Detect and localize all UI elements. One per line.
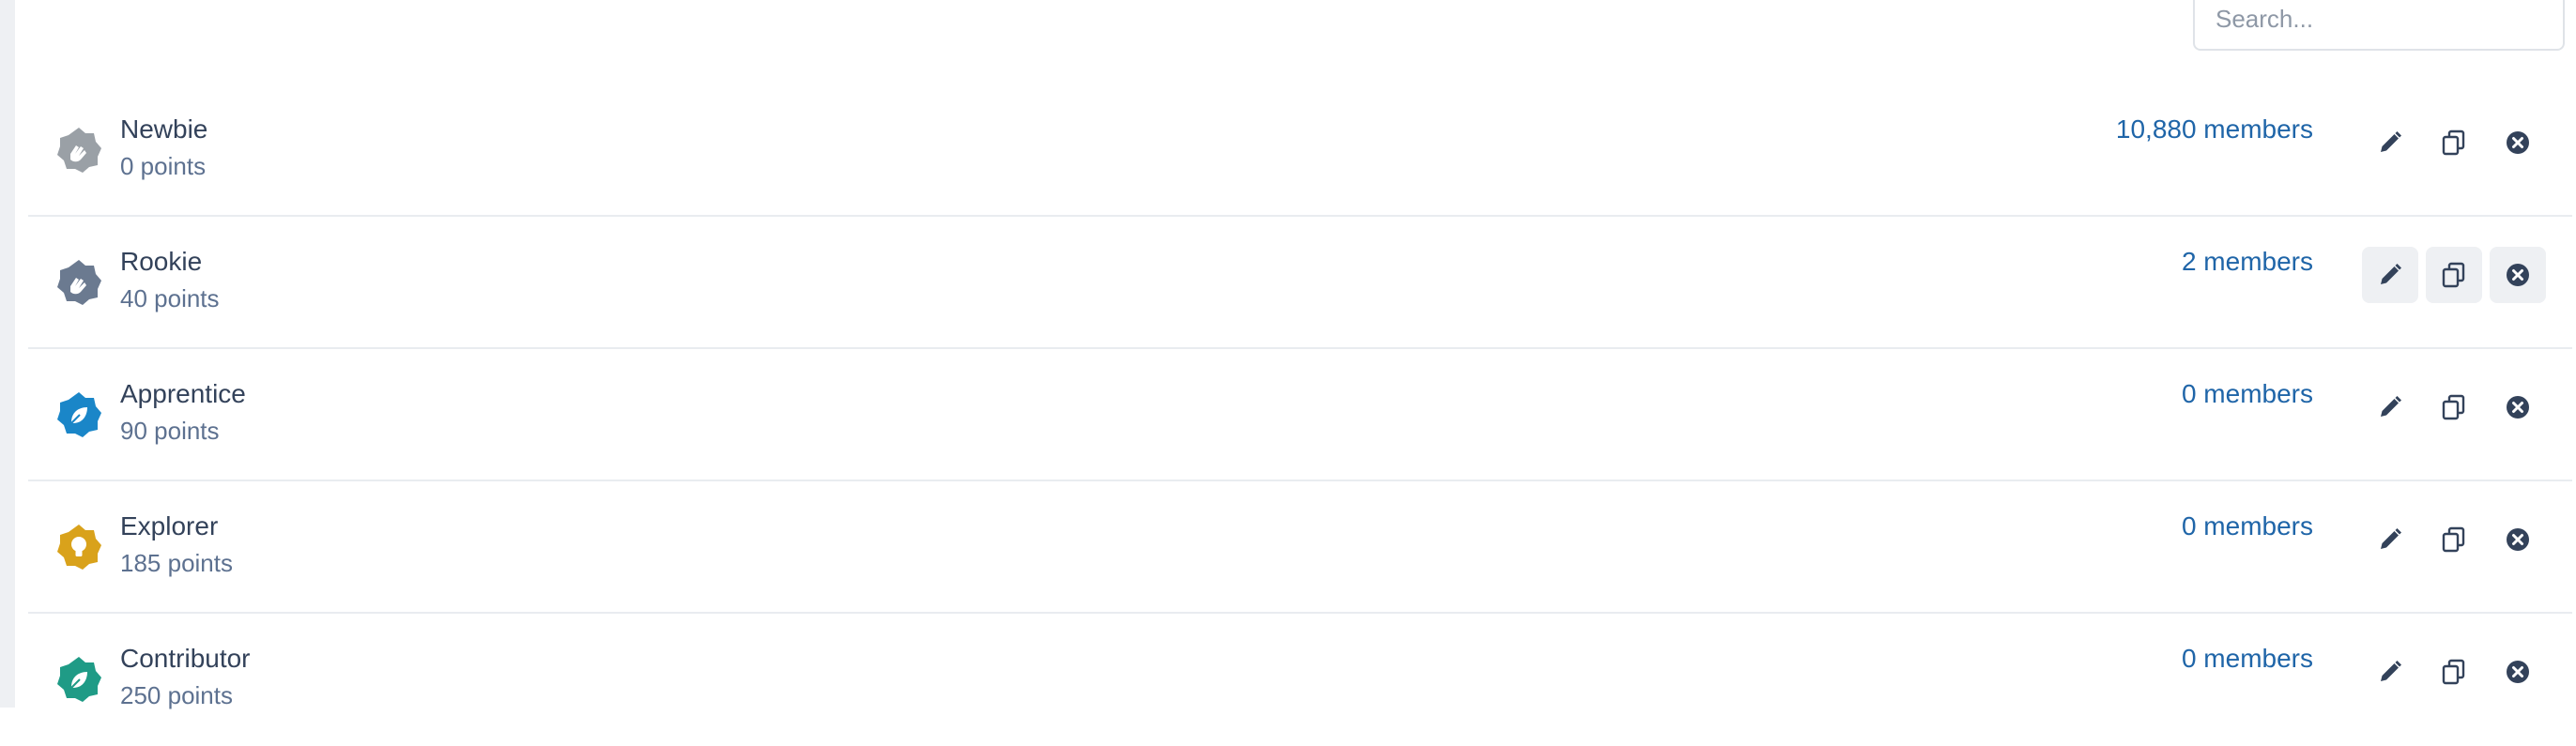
edit-button[interactable] (2362, 114, 2418, 171)
row-actions (2362, 247, 2546, 303)
pencil-icon (2381, 131, 2401, 152)
level-row: Contributor 250 points 0 members (28, 614, 2572, 746)
level-name: Newbie (120, 114, 208, 144)
delete-button[interactable] (2490, 644, 2546, 700)
duplicate-button[interactable] (2426, 379, 2482, 435)
hand-badge-icon (54, 126, 103, 175)
level-row: Rookie 40 points 2 members (28, 217, 2572, 349)
level-points: 185 points (120, 549, 233, 577)
duplicate-button[interactable] (2426, 511, 2482, 568)
delete-button[interactable] (2490, 247, 2546, 303)
level-points: 90 points (120, 417, 220, 445)
row-actions (2362, 379, 2546, 435)
close-circle-icon (2507, 264, 2529, 286)
level-points: 0 points (120, 152, 207, 180)
level-points: 40 points (120, 284, 220, 312)
copy-icon (2442, 394, 2465, 420)
edit-button[interactable] (2362, 511, 2418, 568)
pencil-icon (2381, 528, 2401, 549)
level-name: Apprentice (120, 379, 246, 408)
members-link[interactable]: 2 members (2182, 247, 2313, 277)
hand-badge-icon (54, 258, 103, 307)
members-link[interactable]: 10,880 members (2116, 114, 2313, 145)
search-input[interactable] (2193, 0, 2565, 51)
level-name: Rookie (120, 247, 203, 276)
edit-button[interactable] (2362, 247, 2418, 303)
level-name: Contributor (120, 644, 251, 673)
delete-button[interactable] (2490, 379, 2546, 435)
pencil-icon (2381, 661, 2401, 681)
pencil-icon (2381, 396, 2401, 417)
edit-button[interactable] (2362, 644, 2418, 700)
row-actions (2362, 644, 2546, 700)
level-name: Explorer (120, 511, 219, 540)
copy-icon (2442, 526, 2465, 553)
members-link[interactable]: 0 members (2182, 644, 2313, 674)
level-points: 250 points (120, 681, 233, 709)
pencil-icon (2381, 264, 2401, 284)
delete-button[interactable] (2490, 511, 2546, 568)
copy-icon (2442, 129, 2465, 156)
level-row: Explorer 185 points 0 members (28, 481, 2572, 614)
edit-button[interactable] (2362, 379, 2418, 435)
level-row: Newbie 0 points 10,880 members (28, 84, 2572, 217)
copy-icon (2442, 262, 2465, 288)
lightbulb-badge-icon (54, 523, 103, 571)
members-link[interactable]: 0 members (2182, 379, 2313, 409)
members-link[interactable]: 0 members (2182, 511, 2313, 541)
level-row: Apprentice 90 points 0 members (28, 349, 2572, 481)
level-list: Newbie 0 points 10,880 members Rookie 40… (28, 84, 2572, 746)
delete-button[interactable] (2490, 114, 2546, 171)
close-circle-icon (2507, 131, 2529, 154)
left-rail (0, 0, 15, 708)
duplicate-button[interactable] (2426, 114, 2482, 171)
row-actions (2362, 511, 2546, 568)
leaf-badge-icon (54, 655, 103, 704)
duplicate-button[interactable] (2426, 247, 2482, 303)
row-actions (2362, 114, 2546, 171)
copy-icon (2442, 659, 2465, 685)
close-circle-icon (2507, 661, 2529, 683)
close-circle-icon (2507, 528, 2529, 551)
leaf-badge-icon (54, 390, 103, 439)
duplicate-button[interactable] (2426, 644, 2482, 700)
close-circle-icon (2507, 396, 2529, 419)
